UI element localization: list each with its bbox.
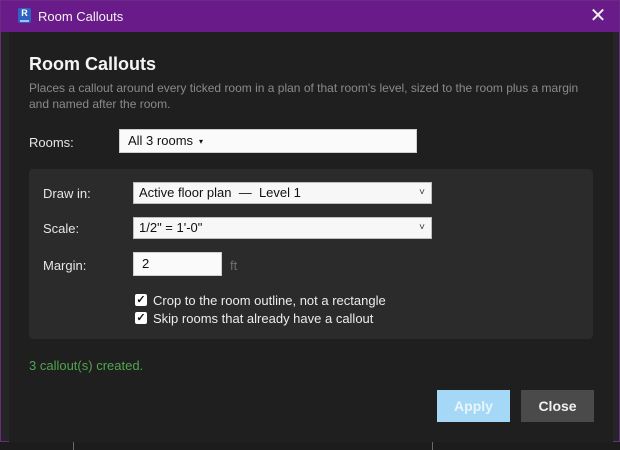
margin-label: Margin: [43, 258, 87, 273]
margin-unit: ft [230, 258, 238, 273]
checkbox-label: Crop to the room outline, not a rectangl… [153, 292, 386, 308]
rooms-dropdown-value: All 3 rooms [128, 133, 194, 148]
options-panel: Draw in: Active floor plan — Level 1 ˅ S… [29, 169, 593, 339]
draw-in-value: Active floor plan — Level 1 [139, 185, 301, 200]
margin-input[interactable]: 2 [133, 252, 222, 276]
skip-existing-checkbox[interactable]: ✓ Skip rooms that already have a callout [135, 310, 373, 326]
chevron-down-icon: ˅ [419, 222, 425, 233]
room-callouts-window: R Room Callouts ✕ Room Callouts Places a… [0, 0, 620, 442]
close-icon[interactable]: ✕ [589, 6, 607, 26]
window-title: Room Callouts [38, 9, 124, 24]
draw-in-combobox[interactable]: Active floor plan — Level 1 ˅ [133, 182, 432, 204]
dialog-description: Places a callout around every ticked roo… [29, 81, 579, 111]
title-bar: R Room Callouts ✕ [1, 1, 619, 32]
background-canvas-tick [432, 442, 433, 450]
rooms-dropdown[interactable]: All 3 rooms ▾ [119, 129, 417, 153]
close-button[interactable]: Close [521, 390, 594, 422]
checkmark-icon: ✓ [135, 294, 147, 306]
crop-to-outline-checkbox[interactable]: ✓ Crop to the room outline, not a rectan… [135, 292, 386, 308]
checkmark-icon: ✓ [135, 312, 147, 324]
rooms-label: Rooms: [29, 135, 74, 150]
scale-value: 1/2" = 1'-0" [139, 220, 203, 235]
status-message: 3 callout(s) created. [29, 358, 144, 373]
apply-button[interactable]: Apply [437, 390, 510, 422]
chevron-down-icon: ˅ [419, 187, 425, 198]
checkbox-label: Skip rooms that already have a callout [153, 310, 374, 326]
background-canvas-tick [73, 442, 74, 450]
dialog-heading: Room Callouts [29, 54, 157, 74]
draw-in-label: Draw in: [43, 186, 91, 201]
caret-down-icon: ▾ [199, 137, 204, 146]
scale-label: Scale: [43, 221, 80, 236]
dialog-content: Room Callouts Places a callout around ev… [9, 32, 613, 442]
scale-combobox[interactable]: 1/2" = 1'-0" ˅ [133, 217, 432, 239]
revit-app-icon: R [18, 8, 31, 23]
